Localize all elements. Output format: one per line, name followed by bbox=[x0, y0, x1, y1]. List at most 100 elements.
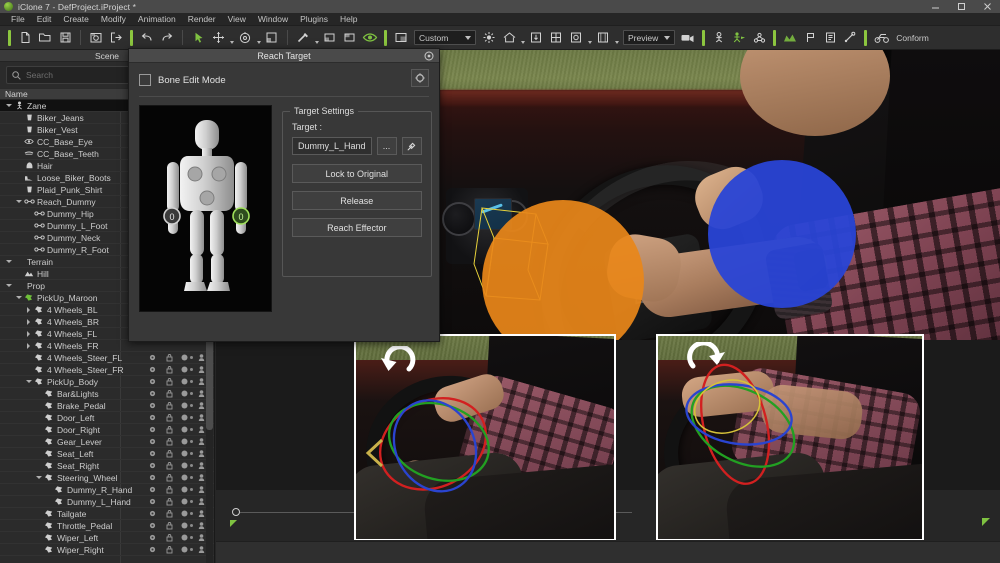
tree-item-4-wheels-steer-fl[interactable]: 4 Wheels_Steer_FL bbox=[0, 352, 214, 364]
move-tool-dropdown[interactable] bbox=[228, 28, 235, 48]
eyedropper-icon[interactable] bbox=[401, 137, 422, 155]
tree-item-door-left[interactable]: Door_Left bbox=[0, 412, 214, 424]
shadow-toggle-icon[interactable] bbox=[178, 508, 195, 520]
home-view-icon[interactable] bbox=[499, 28, 519, 48]
visibility-toggle-icon[interactable] bbox=[144, 448, 161, 460]
tree-item-wiper-left[interactable]: Wiper_Left bbox=[0, 532, 214, 544]
tree-item-brake-pedal[interactable]: Brake_Pedal bbox=[0, 400, 214, 412]
tree-item-wiper-right[interactable]: Wiper_Right bbox=[0, 544, 214, 556]
target-input[interactable]: Dummy_L_Hand bbox=[292, 137, 372, 155]
frame-all-dropdown[interactable] bbox=[586, 28, 593, 48]
expand-toggle-icon[interactable] bbox=[14, 292, 23, 304]
visibility-toggle-icon[interactable] bbox=[144, 484, 161, 496]
camera-grid-dropdown[interactable] bbox=[613, 28, 620, 48]
lock-toggle-icon[interactable] bbox=[161, 508, 178, 520]
shadow-toggle-icon[interactable] bbox=[178, 496, 195, 508]
visibility-toggle-icon[interactable] bbox=[144, 400, 161, 412]
menu-animation[interactable]: Animation bbox=[132, 13, 182, 26]
expand-toggle-icon[interactable] bbox=[24, 328, 33, 340]
lock-toggle-icon[interactable] bbox=[161, 448, 178, 460]
bone-edit-mode-checkbox[interactable] bbox=[139, 74, 151, 86]
lock-toggle-icon[interactable] bbox=[161, 388, 178, 400]
menu-render[interactable]: Render bbox=[182, 13, 222, 26]
lock-toggle-icon[interactable] bbox=[161, 484, 178, 496]
preview-combo[interactable]: Preview bbox=[623, 30, 676, 45]
lock-toggle-icon[interactable] bbox=[161, 496, 178, 508]
lock-toggle-icon[interactable] bbox=[161, 364, 178, 376]
motion-icon[interactable] bbox=[729, 28, 749, 48]
visibility-eye-icon[interactable] bbox=[360, 28, 380, 48]
visibility-toggle-icon[interactable] bbox=[144, 364, 161, 376]
close-button[interactable] bbox=[974, 0, 1000, 13]
shadow-toggle-icon[interactable] bbox=[178, 460, 195, 472]
save-project-icon[interactable] bbox=[55, 28, 75, 48]
lock-toggle-icon[interactable] bbox=[161, 436, 178, 448]
lock-toggle-icon[interactable] bbox=[161, 544, 178, 556]
shadow-toggle-icon[interactable] bbox=[178, 424, 195, 436]
visibility-toggle-icon[interactable] bbox=[144, 352, 161, 364]
new-project-icon[interactable] bbox=[15, 28, 35, 48]
lock-toggle-icon[interactable] bbox=[161, 400, 178, 412]
timeline-green-marker-right[interactable] bbox=[982, 518, 990, 526]
lock-toggle-icon[interactable] bbox=[161, 472, 178, 484]
tree-item-dummy-r-hand[interactable]: Dummy_R_Hand bbox=[0, 484, 214, 496]
expand-toggle-icon[interactable] bbox=[14, 196, 23, 208]
snap-object-icon[interactable] bbox=[340, 28, 360, 48]
shadow-toggle-icon[interactable] bbox=[178, 376, 195, 388]
shadow-toggle-icon[interactable] bbox=[178, 352, 195, 364]
expand-toggle-icon[interactable] bbox=[4, 256, 13, 268]
tree-item-seat-left[interactable]: Seat_Left bbox=[0, 448, 214, 460]
open-project-icon[interactable] bbox=[35, 28, 55, 48]
reach-effector-gizmo-right-hand[interactable] bbox=[708, 160, 856, 308]
visibility-toggle-icon[interactable] bbox=[144, 532, 161, 544]
export-icon[interactable] bbox=[106, 28, 126, 48]
align-dropdown[interactable] bbox=[313, 28, 320, 48]
lock-toggle-icon[interactable] bbox=[161, 532, 178, 544]
move-tool-icon[interactable] bbox=[208, 28, 228, 48]
align-icon[interactable] bbox=[293, 28, 313, 48]
menu-modify[interactable]: Modify bbox=[95, 13, 132, 26]
visibility-toggle-icon[interactable] bbox=[144, 412, 161, 424]
lock-toggle-icon[interactable] bbox=[161, 412, 178, 424]
expand-toggle-icon[interactable] bbox=[24, 316, 33, 328]
lock-toggle-icon[interactable] bbox=[161, 352, 178, 364]
shadow-toggle-icon[interactable] bbox=[178, 472, 195, 484]
expand-toggle-icon[interactable] bbox=[24, 304, 33, 316]
visibility-toggle-icon[interactable] bbox=[144, 424, 161, 436]
timeline-green-marker[interactable] bbox=[230, 520, 237, 527]
close-circle-icon[interactable] bbox=[424, 51, 434, 61]
timeline-knob[interactable] bbox=[232, 508, 240, 516]
tree-item-dummy-l-hand[interactable]: Dummy_L_Hand bbox=[0, 496, 214, 508]
visibility-toggle-icon[interactable] bbox=[144, 508, 161, 520]
visibility-toggle-icon[interactable] bbox=[144, 472, 161, 484]
visibility-toggle-icon[interactable] bbox=[144, 376, 161, 388]
expand-toggle-icon[interactable] bbox=[24, 340, 33, 352]
shadow-toggle-icon[interactable] bbox=[178, 412, 195, 424]
spring-icon[interactable] bbox=[840, 28, 860, 48]
shadow-toggle-icon[interactable] bbox=[178, 448, 195, 460]
gear-icon[interactable] bbox=[411, 69, 429, 87]
light-icon[interactable] bbox=[479, 28, 499, 48]
menu-window[interactable]: Window bbox=[252, 13, 294, 26]
tree-item-pickup-body[interactable]: PickUp_Body bbox=[0, 376, 214, 388]
lock-toggle-icon[interactable] bbox=[161, 376, 178, 388]
select-tool-icon[interactable] bbox=[188, 28, 208, 48]
redo-icon[interactable] bbox=[157, 28, 177, 48]
camera-grid-icon[interactable] bbox=[593, 28, 613, 48]
tree-item-door-right[interactable]: Door_Right bbox=[0, 424, 214, 436]
expand-toggle-icon[interactable] bbox=[4, 280, 13, 292]
expand-toggle-icon[interactable] bbox=[24, 376, 33, 388]
menu-plugins[interactable]: Plugins bbox=[294, 13, 334, 26]
menu-edit[interactable]: Edit bbox=[31, 13, 58, 26]
home-view-dropdown[interactable] bbox=[519, 28, 526, 48]
expand-toggle-icon[interactable] bbox=[34, 472, 43, 484]
rotate-tool-icon[interactable] bbox=[235, 28, 255, 48]
tree-item-seat-right[interactable]: Seat_Right bbox=[0, 460, 214, 472]
undo-icon[interactable] bbox=[137, 28, 157, 48]
visibility-toggle-icon[interactable] bbox=[144, 496, 161, 508]
reach-target-dialog[interactable]: Reach Target Bone Edit Mode 0 0 Target S… bbox=[128, 48, 440, 342]
visibility-toggle-icon[interactable] bbox=[144, 460, 161, 472]
visibility-toggle-icon[interactable] bbox=[144, 436, 161, 448]
bone-edit-mode-row[interactable]: Bone Edit Mode bbox=[139, 71, 429, 89]
tree-item-steering-wheel[interactable]: Steering_Wheel bbox=[0, 472, 214, 484]
